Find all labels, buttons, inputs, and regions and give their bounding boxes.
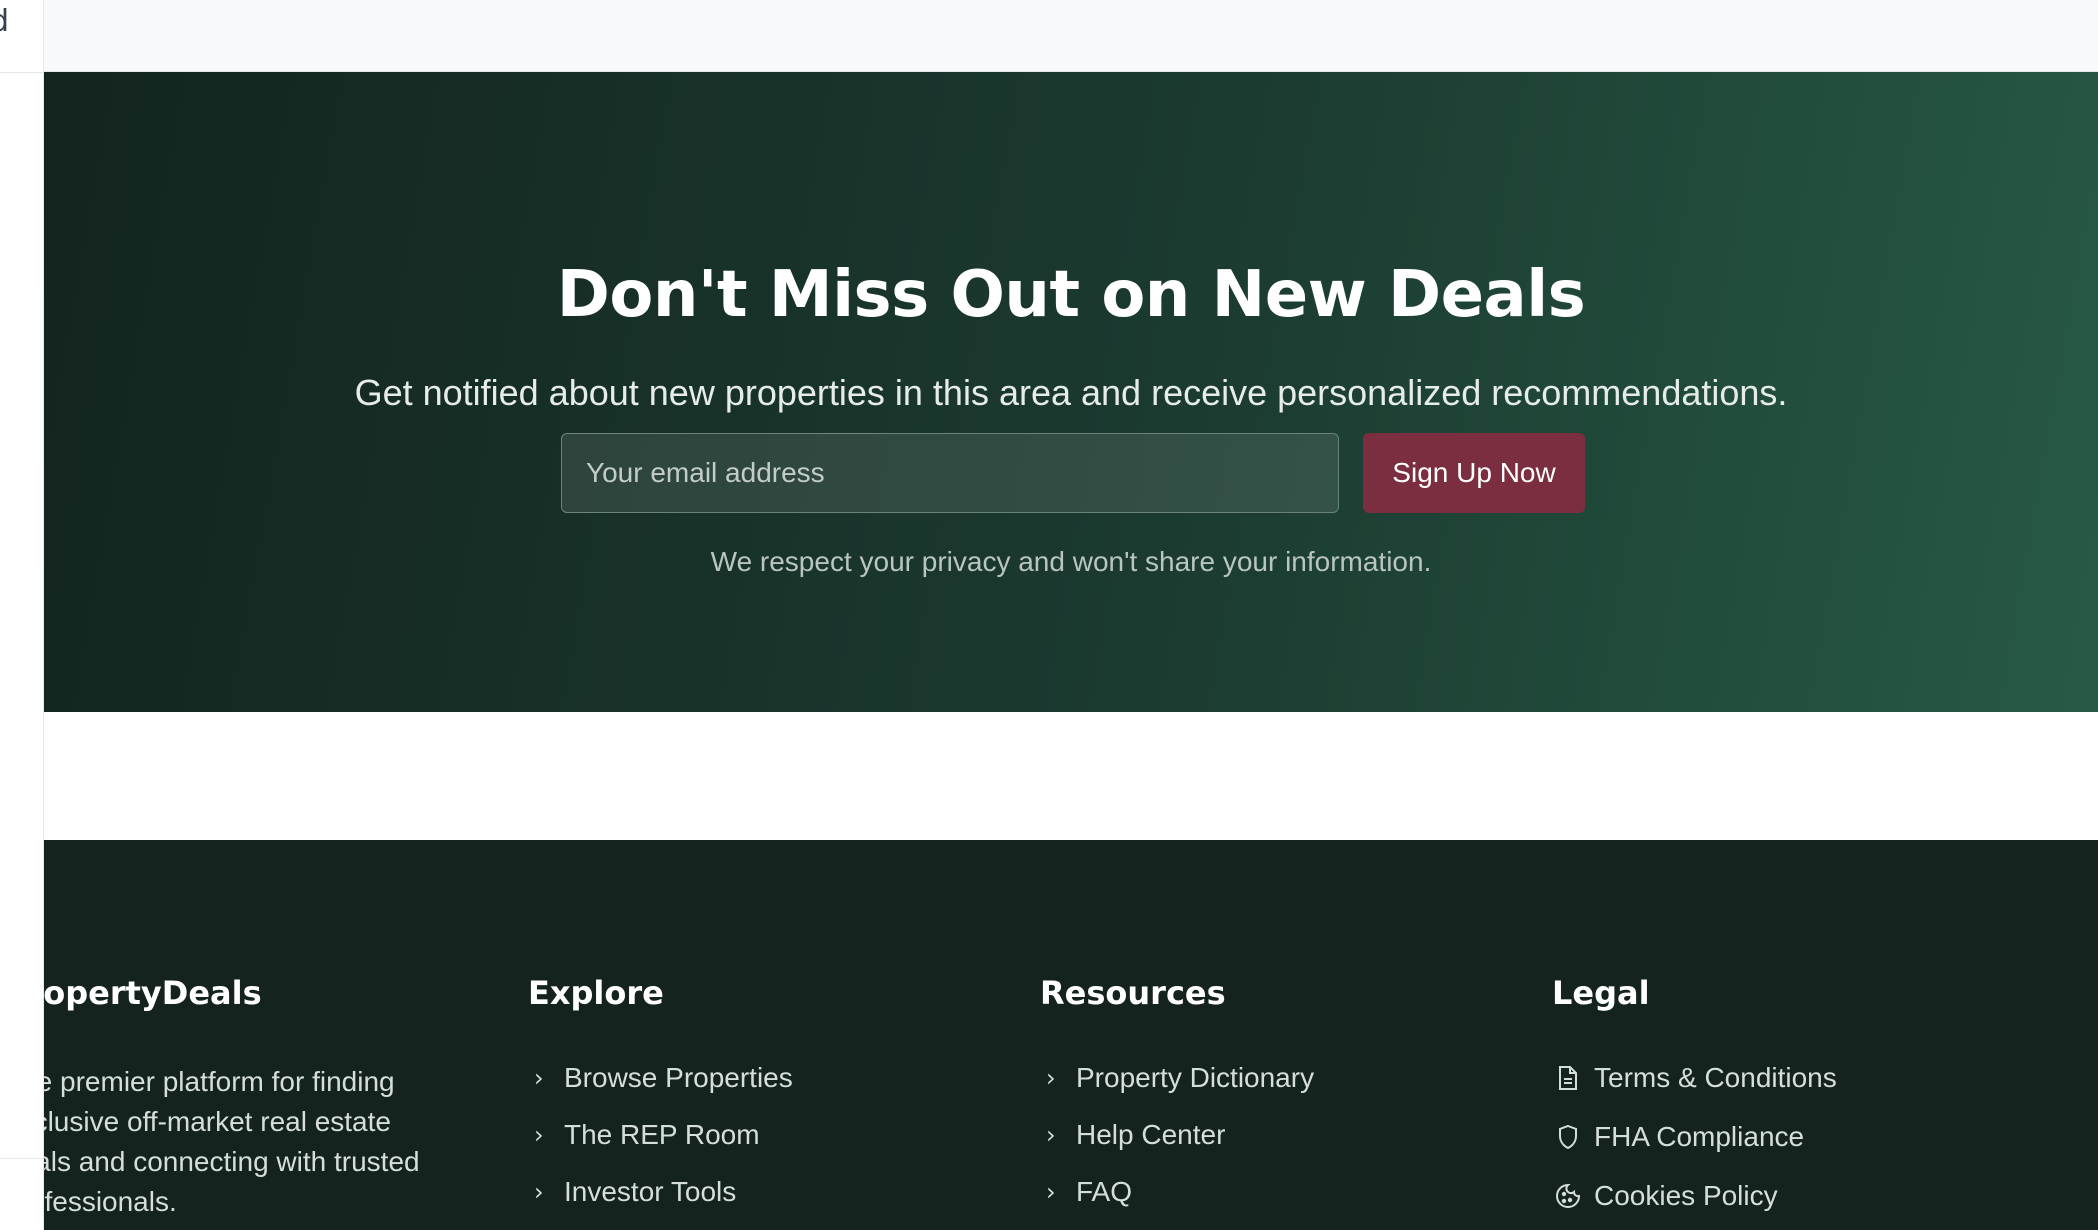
shield-icon [1554,1123,1582,1151]
sign-up-button[interactable]: Sign Up Now [1363,433,1585,513]
section-spacer [44,712,2098,840]
footer-legal-heading: Legal [1552,974,1650,1012]
footer-resources-column: Resources › Property Dictionary › Help C… [1040,974,1314,1227]
footer-link-browse-properties[interactable]: › Browse Properties [528,1056,793,1100]
footer-link-help-center[interactable]: › Help Center [1040,1113,1314,1157]
footer-legal-column: Legal Terms & Conditions FHA Compliance … [1552,974,1837,1230]
footer-link-property-dictionary[interactable]: › Property Dictionary [1040,1056,1314,1100]
footer-explore-heading: Explore [528,974,664,1012]
footer-brand-description: The premier platform for finding exclusi… [44,1066,420,1218]
cookie-icon [1554,1182,1582,1210]
footer-link-label[interactable]: FHA Compliance [1594,1121,1804,1153]
chevron-right-icon: › [1046,1064,1056,1093]
site-footer: PropertyDeals The premier platform for f… [44,840,2098,1230]
chevron-right-icon: › [534,1121,544,1150]
footer-link-label[interactable]: Property Dictionary [1076,1062,1314,1094]
chevron-right-icon: › [1046,1178,1056,1207]
footer-link-label[interactable]: FAQ [1076,1176,1132,1208]
footer-link-label[interactable]: Terms & Conditions [1594,1062,1837,1094]
footer-link-label[interactable]: Investor Tools [564,1176,736,1208]
chevron-right-icon: › [1046,1121,1056,1150]
sidebar-divider [0,1158,44,1159]
footer-link-label[interactable]: Cookies Policy [1594,1180,1778,1212]
footer-link-cookies-policy[interactable]: Cookies Policy [1552,1174,1837,1218]
footer-explore-column: Explore › Browse Properties › The REP Ro… [528,974,793,1227]
footer-explore-links: › Browse Properties › The REP Room › Inv… [528,1056,793,1214]
newsletter-subtitle: Get notified about new properties in thi… [354,372,1788,413]
sidebar-panel: d [0,0,44,1230]
footer-link-terms[interactable]: Terms & Conditions [1552,1056,1837,1100]
document-icon [1554,1064,1582,1092]
chevron-right-icon: › [534,1178,544,1207]
privacy-note: We respect your privacy and won't share … [710,546,1432,577]
footer-resources-heading: Resources [1040,974,1226,1012]
truncated-sidebar-glyph: d [0,4,9,39]
top-strip [44,0,2098,72]
sidebar-divider [0,72,44,73]
footer-link-fha-compliance[interactable]: FHA Compliance [1552,1115,1837,1159]
footer-link-investor-tools[interactable]: › Investor Tools [528,1170,793,1214]
footer-link-label[interactable]: The REP Room [564,1119,760,1151]
footer-brand-name: PropertyDeals [44,974,262,1012]
footer-link-rep-room[interactable]: › The REP Room [528,1113,793,1157]
page: d Don't Miss Out on New Deals Get notifi… [0,0,2098,1230]
footer-resources-links: › Property Dictionary › Help Center › FA… [1040,1056,1314,1214]
newsletter-title: Don't Miss Out on New Deals [556,258,1586,332]
footer-link-label[interactable]: Browse Properties [564,1062,793,1094]
chevron-right-icon: › [534,1064,544,1093]
newsletter-section: Don't Miss Out on New Deals Get notified… [44,72,2098,712]
footer-legal-links: Terms & Conditions FHA Compliance Cookie… [1552,1056,1837,1218]
footer-link-label[interactable]: Help Center [1076,1119,1225,1151]
footer-brand-column: PropertyDeals The premier platform for f… [44,974,434,1222]
email-input[interactable] [561,433,1339,513]
footer-link-faq[interactable]: › FAQ [1040,1170,1314,1214]
